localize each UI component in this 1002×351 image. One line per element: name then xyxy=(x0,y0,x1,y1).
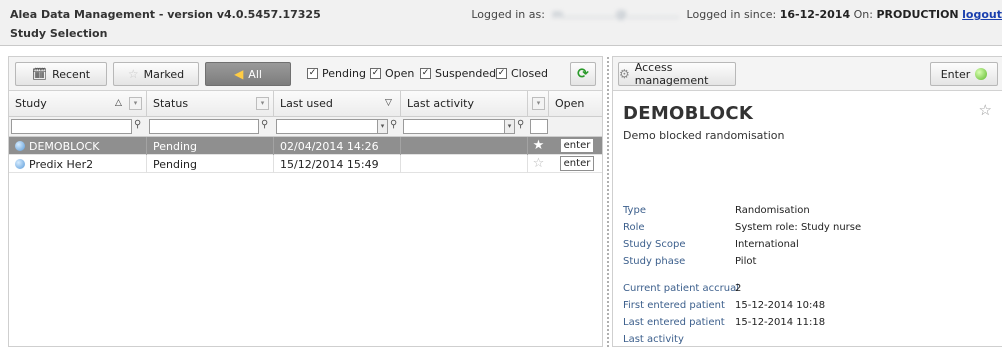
app-header: Alea Data Management - version v4.0.5457… xyxy=(0,0,1002,46)
last-used-cell: 15/12/2014 15:49 xyxy=(274,155,401,173)
login-info: Logged in as: m...............@.........… xyxy=(471,8,1002,21)
filter-icon[interactable]: ⚲ xyxy=(390,119,397,130)
study-title: DEMOBLOCK xyxy=(623,103,754,124)
environment-label: On: xyxy=(853,8,873,21)
column-header-mark[interactable]: ▾ xyxy=(528,91,549,117)
filter-row: ⚲ ⚲ ▾ ⚲ ▾ ⚲ xyxy=(9,117,602,137)
enter-study-button[interactable]: enter xyxy=(560,138,594,153)
last-used-filter-dropdown[interactable]: ▾ xyxy=(377,119,388,134)
logged-in-since-label: Logged in since: xyxy=(686,8,777,21)
property-row: First entered patient 15-12-2014 10:48 xyxy=(623,300,826,311)
favorite-star-icon[interactable]: ★ xyxy=(528,137,549,155)
pending-label: Pending xyxy=(322,67,366,80)
filter-icon[interactable]: ⚲ xyxy=(134,119,141,130)
sort-desc-icon: ▽ xyxy=(385,98,392,108)
filter-icon[interactable]: ⚲ xyxy=(517,119,524,130)
study-grid: Study △ ▾ Status ▾ Last used ▽ Last acti… xyxy=(9,91,602,173)
sort-asc-icon: △ xyxy=(115,98,122,108)
column-header-last-used[interactable]: Last used ▽ xyxy=(274,91,401,117)
study-description: Demo blocked randomisation xyxy=(623,129,785,142)
column-menu-icon[interactable]: ▾ xyxy=(256,97,269,110)
study-icon xyxy=(15,159,25,169)
study-filter-input[interactable] xyxy=(11,119,132,134)
access-management-button[interactable]: ⚙ Access management xyxy=(618,61,736,87)
all-button[interactable]: ◀ All xyxy=(205,62,291,86)
page-title: Study Selection xyxy=(10,27,108,40)
all-icon: ◀ xyxy=(234,67,244,81)
last-used-filter-input[interactable] xyxy=(276,119,388,134)
enter-button[interactable]: Enter xyxy=(930,62,998,86)
study-detail-panel: ⚙ Access management Enter DEMOBLOCK ☆ De… xyxy=(612,56,1002,347)
enter-label: Enter xyxy=(940,67,971,81)
column-menu-icon[interactable]: ▾ xyxy=(532,97,545,110)
status-filter-input[interactable] xyxy=(149,119,259,134)
column-header-last-activity[interactable]: Last activity xyxy=(401,91,528,117)
user-email: m...............@............... xyxy=(552,8,680,21)
refresh-icon: ⟳ xyxy=(577,66,589,82)
all-label: All xyxy=(248,67,262,81)
marked-button[interactable]: ☆ Marked xyxy=(113,62,199,86)
favorite-star-icon[interactable]: ☆ xyxy=(979,101,992,119)
study-list-panel: 🗓 Recent ☆ Marked ◀ All ✓ Pending ✓ Open… xyxy=(8,56,603,347)
app-title: Alea Data Management - version v4.0.5457… xyxy=(10,8,321,21)
panel-splitter[interactable] xyxy=(606,56,610,347)
last-activity-cell xyxy=(401,137,528,155)
last-used-cell: 02/04/2014 14:26 xyxy=(274,137,401,155)
property-row: Last entered patient 15-12-2014 11:18 xyxy=(623,317,826,328)
suspended-label: Suspended xyxy=(435,67,497,80)
recent-label: Recent xyxy=(52,67,91,81)
logout-link[interactable]: logout xyxy=(962,8,1002,21)
study-properties: Type Randomisation Role System role: Stu… xyxy=(623,205,993,351)
access-icon: ⚙ xyxy=(619,67,630,81)
recent-icon: 🗓 xyxy=(31,67,48,81)
closed-checkbox[interactable]: ✓ xyxy=(496,68,507,79)
property-row: Last activity xyxy=(623,334,684,345)
column-header-study[interactable]: Study △ ▾ xyxy=(9,91,147,117)
favorite-star-icon[interactable]: ☆ xyxy=(528,155,549,173)
filter-open[interactable]: ✓ Open xyxy=(370,67,414,80)
logged-in-since-value: 16-12-2014 xyxy=(779,8,851,21)
status-cell: Pending xyxy=(147,137,274,155)
filter-icon[interactable]: ⚲ xyxy=(261,119,268,130)
detail-toolbar: ⚙ Access management Enter xyxy=(613,57,1002,91)
access-management-label: Access management xyxy=(634,61,709,87)
last-activity-filter-dropdown[interactable]: ▾ xyxy=(504,119,515,134)
property-row: Current patient accrual 2 xyxy=(623,283,742,294)
property-row: Type Randomisation xyxy=(623,205,810,216)
column-header-status[interactable]: Status ▾ xyxy=(147,91,274,117)
study-cell: DEMOBLOCK xyxy=(9,137,147,155)
open-label: Open xyxy=(385,67,415,80)
environment-value: PRODUCTION xyxy=(876,8,959,21)
open-checkbox[interactable]: ✓ xyxy=(370,68,381,79)
logged-in-label: Logged in as: xyxy=(471,8,545,21)
enter-icon xyxy=(975,68,988,80)
property-row: Study phase Pilot xyxy=(623,256,757,267)
mark-filter-input[interactable] xyxy=(530,119,548,134)
last-activity-cell xyxy=(401,155,528,173)
column-header-open[interactable]: Open xyxy=(549,91,603,117)
column-menu-icon[interactable]: ▾ xyxy=(129,97,142,110)
enter-study-button[interactable]: enter xyxy=(560,156,594,171)
table-row[interactable]: Predix Her2 Pending 15/12/2014 15:49 ☆ e… xyxy=(9,155,602,173)
property-row: Study Scope International xyxy=(623,239,799,250)
grid-header: Study △ ▾ Status ▾ Last used ▽ Last acti… xyxy=(9,91,602,117)
star-icon: ☆ xyxy=(127,67,139,81)
status-cell: Pending xyxy=(147,155,274,173)
filter-closed[interactable]: ✓ Closed xyxy=(496,67,548,80)
study-icon xyxy=(15,141,25,151)
filter-suspended[interactable]: ✓ Suspended xyxy=(420,67,496,80)
refresh-button[interactable]: ⟳ xyxy=(570,62,596,86)
suspended-checkbox[interactable]: ✓ xyxy=(420,68,431,79)
study-list-toolbar: 🗓 Recent ☆ Marked ◀ All ✓ Pending ✓ Open… xyxy=(9,57,602,91)
property-row: Role System role: Study nurse xyxy=(623,222,862,233)
last-activity-filter-input[interactable] xyxy=(403,119,515,134)
study-cell: Predix Her2 xyxy=(9,155,147,173)
pending-checkbox[interactable]: ✓ xyxy=(307,68,318,79)
recent-button[interactable]: 🗓 Recent xyxy=(15,62,107,86)
closed-label: Closed xyxy=(511,67,548,80)
marked-label: Marked xyxy=(143,67,185,81)
table-row[interactable]: DEMOBLOCK Pending 02/04/2014 14:26 ★ ent… xyxy=(9,137,602,155)
filter-pending[interactable]: ✓ Pending xyxy=(307,67,366,80)
